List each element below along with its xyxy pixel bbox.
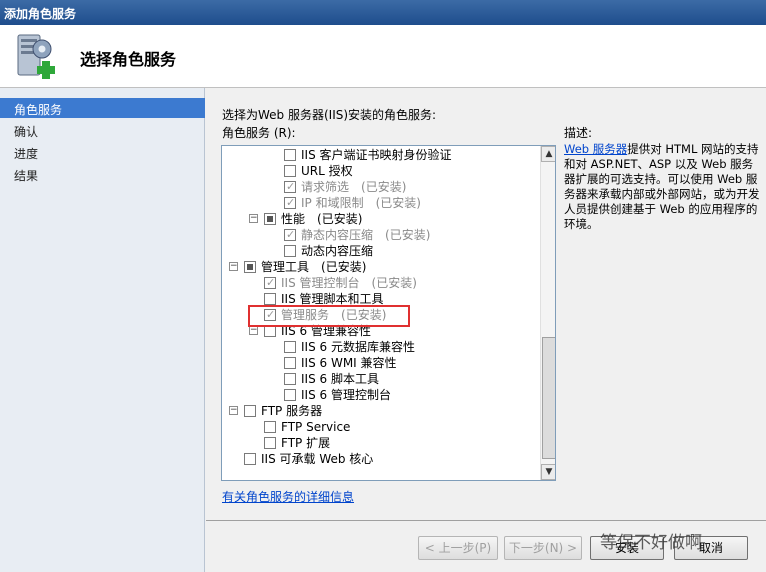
checkbox [264,275,276,291]
scroll-up-icon[interactable]: ▲ [541,146,555,162]
description-label: 描述: [564,126,593,140]
checkbox[interactable] [284,357,296,369]
checkbox[interactable] [284,149,296,161]
description-text: Web 服务器提供对 HTML 网站的支持和对 ASP.NET、ASP 以及 W… [564,142,760,232]
window-title-bar: 添加角色服务 [0,0,766,25]
checkbox[interactable] [284,341,296,353]
checkbox[interactable] [284,245,296,257]
checkbox[interactable] [244,261,256,273]
checkbox [284,179,296,195]
checkbox[interactable] [264,421,276,433]
checkbox[interactable] [244,453,256,465]
sidebar-item-results[interactable]: 结果 [0,164,205,184]
web-server-link[interactable]: Web 服务器 [564,142,627,156]
checkbox [284,195,296,211]
wizard-header: 选择角色服务 [0,25,766,88]
main-panel: 选择为Web 服务器(IIS)安装的角色服务: 角色服务 (R): IIS 客户… [206,88,766,572]
checkbox[interactable] [284,165,296,177]
scroll-thumb[interactable] [542,337,555,459]
wizard-nav: 角色服务 确认 进度 结果 [0,88,205,572]
sidebar-item-confirm[interactable]: 确认 [0,120,205,140]
previous-button[interactable]: < 上一步(P) [418,536,498,560]
page-title: 选择角色服务 [80,50,177,69]
role-services-label: 角色服务 (R): [222,126,296,140]
collapse-icon[interactable]: − [249,326,258,335]
checkbox[interactable] [244,405,256,417]
checkbox[interactable] [284,373,296,385]
collapse-icon[interactable]: − [249,214,258,223]
tree-scrollbar[interactable]: ▲ ▼ [540,146,555,480]
server-role-add-icon [17,34,55,79]
checkbox[interactable] [284,389,296,401]
collapse-icon[interactable]: − [229,406,238,415]
checkbox[interactable] [264,437,276,449]
highlight-box [248,305,410,327]
sidebar-item-progress[interactable]: 进度 [0,142,205,162]
checkbox [284,227,296,243]
window-title: 添加角色服务 [4,7,77,21]
checkbox[interactable] [264,213,276,225]
divider [206,520,766,521]
scroll-down-icon[interactable]: ▼ [541,464,555,480]
watermark-text: 等保不好做啊 [600,533,702,553]
collapse-icon[interactable]: − [229,262,238,271]
intro-text: 选择为Web 服务器(IIS)安装的角色服务: [222,108,437,122]
checkbox[interactable] [264,293,276,305]
sidebar-item-role-services[interactable]: 角色服务 [0,98,205,118]
more-info-link[interactable]: 有关角色服务的详细信息 [222,488,354,505]
next-button[interactable]: 下一步(N) > [504,536,582,560]
